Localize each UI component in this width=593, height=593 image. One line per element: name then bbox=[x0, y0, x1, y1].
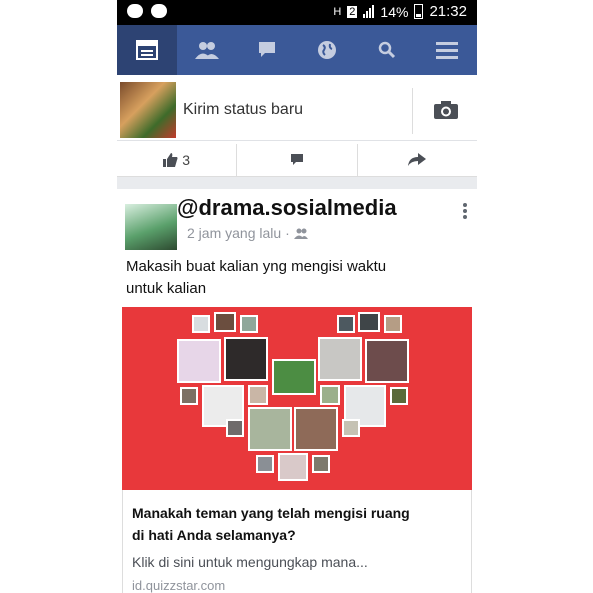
notifications-globe-icon bbox=[318, 41, 336, 59]
nav-friend-requests[interactable] bbox=[177, 25, 237, 75]
link-preview-description[interactable]: Klik di sini untuk mengungkap mana... bbox=[132, 554, 368, 570]
top-navigation bbox=[117, 25, 477, 75]
divider bbox=[412, 88, 413, 134]
photo-tile bbox=[337, 315, 355, 333]
link-preview-domain: id.quizzstar.com bbox=[132, 578, 226, 593]
nav-menu[interactable] bbox=[417, 25, 477, 75]
status-composer[interactable]: Kirim status baru bbox=[117, 82, 477, 141]
post-timestamp[interactable]: 2 jam yang lalu bbox=[187, 225, 281, 241]
news-feed-icon bbox=[136, 40, 158, 60]
post-author-name[interactable]: @drama.sosialmedia bbox=[177, 195, 397, 221]
photo-tile bbox=[248, 407, 292, 451]
photo-tile bbox=[384, 315, 402, 333]
post-options-icon[interactable] bbox=[463, 203, 467, 224]
photo-tile bbox=[177, 339, 221, 383]
feed-separator bbox=[117, 177, 477, 189]
share-arrow-icon bbox=[408, 153, 427, 166]
comment-icon bbox=[290, 154, 303, 165]
status-bar: H 2 14% 21:32 bbox=[117, 0, 477, 25]
like-count: 3 bbox=[182, 152, 191, 168]
friend-requests-icon bbox=[195, 42, 219, 59]
link-title-line: Manakah teman yang telah mengisi ruang bbox=[132, 505, 410, 521]
battery-icon bbox=[414, 4, 424, 19]
messenger-icon bbox=[127, 4, 143, 18]
network-icon: H bbox=[333, 5, 342, 18]
photo-tile bbox=[192, 315, 210, 333]
user-avatar bbox=[120, 82, 176, 138]
photo-tile bbox=[318, 337, 362, 381]
phone-screen: H 2 14% 21:32 Kirim status baru 3 @drama… bbox=[117, 0, 477, 593]
photo-tile bbox=[320, 385, 340, 405]
chat-icon bbox=[151, 4, 167, 18]
photo-tile bbox=[180, 387, 198, 405]
photo-tile bbox=[214, 312, 236, 332]
friends-audience-icon bbox=[293, 228, 308, 239]
nav-news-feed[interactable] bbox=[117, 25, 177, 75]
post-message-line: untuk kalian bbox=[126, 280, 207, 297]
nav-notifications[interactable] bbox=[297, 25, 357, 75]
photo-tile bbox=[390, 387, 408, 405]
thumbs-up-icon bbox=[163, 153, 178, 167]
network-label: 2 bbox=[347, 5, 358, 18]
search-icon bbox=[378, 41, 396, 59]
post-message: Makasih buat kalian yng mengisi waktu un… bbox=[126, 256, 466, 300]
feed-post: @drama.sosialmedia 2 jam yang lalu · Mak… bbox=[117, 189, 477, 593]
photo-tile bbox=[272, 359, 316, 395]
link-title-line: di hati Anda selamanya? bbox=[132, 527, 296, 543]
like-button[interactable]: 3 bbox=[117, 144, 238, 176]
photo-tile bbox=[278, 453, 308, 481]
nav-messages[interactable] bbox=[237, 25, 297, 75]
link-preview[interactable]: Manakah teman yang telah mengisi ruang d… bbox=[122, 490, 472, 593]
share-button[interactable] bbox=[358, 144, 477, 176]
post-author-avatar[interactable] bbox=[125, 204, 177, 250]
photo-tile bbox=[312, 455, 330, 473]
link-preview-title[interactable]: Manakah teman yang telah mengisi ruang d… bbox=[132, 502, 462, 546]
photo-tile bbox=[294, 407, 338, 451]
messages-icon bbox=[259, 42, 275, 57]
photo-tile bbox=[224, 337, 268, 381]
post-message-line: Makasih buat kalian yng mengisi waktu bbox=[126, 258, 387, 275]
clock: 21:32 bbox=[429, 3, 467, 20]
dot-separator: · bbox=[285, 225, 290, 241]
story-actions: 3 bbox=[117, 144, 477, 177]
photo-tile bbox=[365, 339, 409, 383]
photo-tile bbox=[240, 315, 258, 333]
photo-tile bbox=[358, 312, 380, 332]
camera-icon[interactable] bbox=[433, 100, 459, 120]
battery-percent: 14% bbox=[380, 3, 409, 20]
photo-tile bbox=[256, 455, 274, 473]
composer-placeholder[interactable]: Kirim status baru bbox=[183, 101, 303, 119]
photo-tile bbox=[342, 419, 360, 437]
post-image-heart-collage[interactable] bbox=[122, 307, 472, 490]
photo-tile bbox=[226, 419, 244, 437]
signal-icon bbox=[363, 5, 375, 18]
photo-tile bbox=[248, 385, 268, 405]
comment-button[interactable] bbox=[237, 144, 358, 176]
menu-icon bbox=[436, 42, 458, 59]
nav-search[interactable] bbox=[357, 25, 417, 75]
